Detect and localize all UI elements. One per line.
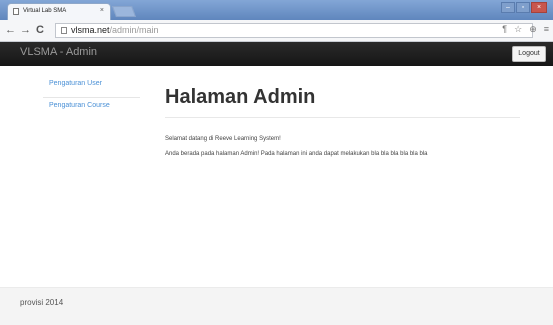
address-bar[interactable]: vlsma.net/admin/main bbox=[55, 23, 533, 38]
footer-text: provisi 2014 bbox=[20, 298, 64, 307]
url-text: vlsma.net/admin/main bbox=[71, 25, 159, 35]
sidebar-item-course-settings[interactable]: Pengaturan Course bbox=[43, 97, 140, 115]
window-controls: – ▫ × bbox=[500, 2, 547, 13]
footer: provisi 2014 bbox=[0, 287, 553, 325]
brand-title[interactable]: VLSMA - Admin bbox=[20, 46, 97, 58]
page-icon bbox=[61, 27, 67, 34]
top-navbar: VLSMA - Admin Logout bbox=[0, 42, 553, 66]
extension-icon[interactable]: ¶ bbox=[502, 24, 507, 35]
shield-icon[interactable]: ⊕ bbox=[529, 24, 537, 35]
browser-tabstrip: Virtual Lab SMA × – ▫ × bbox=[0, 0, 553, 20]
maximize-button[interactable]: ▫ bbox=[516, 2, 530, 13]
welcome-text: Selamat datang di Reeve Learning System! bbox=[165, 136, 281, 142]
tab-title: Virtual Lab SMA bbox=[23, 8, 67, 14]
divider bbox=[165, 117, 520, 118]
browser-toolbar: ← → C vlsma.net/admin/main ¶ ☆ ⊕ ≡ bbox=[0, 20, 553, 42]
url-domain: vlsma.net bbox=[71, 25, 110, 35]
sidebar: Pengaturan User Pengaturan Course bbox=[43, 79, 140, 115]
forward-arrow-icon[interactable]: → bbox=[20, 24, 31, 36]
sidebar-item-user-settings[interactable]: Pengaturan User bbox=[43, 79, 140, 97]
page-icon bbox=[13, 8, 19, 15]
description-text: Anda berada pada halaman Admin! Pada hal… bbox=[165, 151, 428, 157]
page-title: Halaman Admin bbox=[165, 86, 316, 108]
minimize-button[interactable]: – bbox=[501, 2, 515, 13]
browser-tab[interactable]: Virtual Lab SMA × bbox=[7, 3, 111, 20]
url-path: /admin/main bbox=[109, 25, 159, 35]
new-tab-button[interactable] bbox=[111, 6, 137, 17]
back-arrow-icon[interactable]: ← bbox=[5, 24, 16, 36]
menu-icon[interactable]: ≡ bbox=[544, 24, 549, 35]
toolbar-icons: ¶ ☆ ⊕ ≡ bbox=[502, 24, 549, 35]
tab-close-icon[interactable]: × bbox=[100, 7, 104, 14]
star-icon[interactable]: ☆ bbox=[514, 24, 522, 35]
reload-icon[interactable]: C bbox=[36, 24, 44, 36]
close-window-button[interactable]: × bbox=[531, 2, 547, 13]
logout-button[interactable]: Logout bbox=[512, 46, 546, 62]
